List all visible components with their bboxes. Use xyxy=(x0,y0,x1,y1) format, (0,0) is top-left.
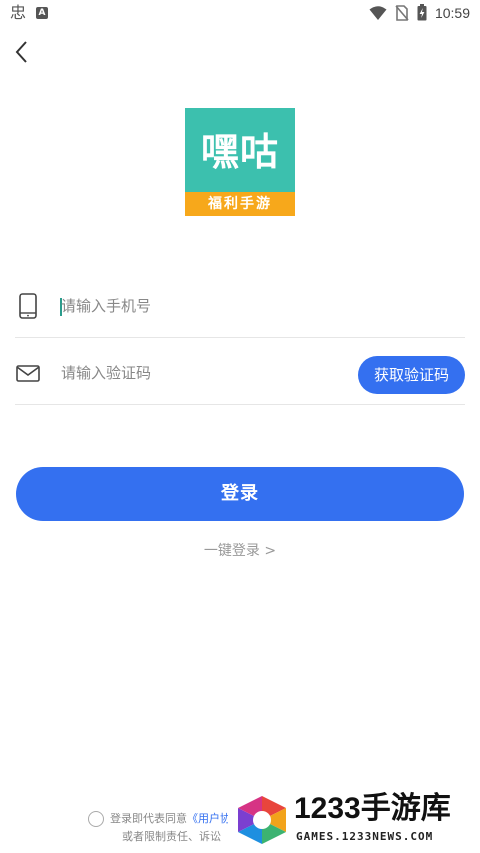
agreement-prefix: 登录即代表同意 xyxy=(110,812,187,825)
watermark-logo-icon xyxy=(238,796,286,844)
watermark-subtitle: GAMES.1233NEWS.COM xyxy=(296,830,434,843)
phone-icon xyxy=(19,293,37,319)
agreement-text: 登录即代表同意《用户协 xyxy=(110,810,231,826)
status-bar-right: 10:59 xyxy=(369,4,470,21)
agreement-text-line2: 或者限制责任、诉讼 xyxy=(122,830,221,843)
one-key-login-link[interactable]: 一键登录 > xyxy=(0,541,480,561)
mail-icon xyxy=(16,365,40,382)
app-logo-subtitle: 福利手游 xyxy=(208,196,272,212)
clock: 10:59 xyxy=(434,4,470,21)
no-sim-icon xyxy=(395,4,409,21)
battery-charging-icon xyxy=(417,4,427,21)
app-notification-icon: 忠 xyxy=(10,3,27,22)
back-button[interactable] xyxy=(10,38,34,66)
site-watermark: 1233手游库 GAMES.1233NEWS.COM xyxy=(228,788,480,853)
phone-input[interactable] xyxy=(61,293,321,319)
font-app-icon: A xyxy=(36,7,49,19)
agreement-checkbox[interactable] xyxy=(88,811,104,827)
wifi-icon xyxy=(369,5,387,20)
user-agreement-link[interactable]: 《用户协 xyxy=(187,812,231,825)
phone-field-row xyxy=(15,272,465,338)
chevron-left-icon xyxy=(15,41,27,63)
verification-code-input[interactable] xyxy=(61,360,321,386)
app-logo: 嘿咕 福利手游 xyxy=(185,108,295,216)
app-logo-title: 嘿咕 xyxy=(200,130,279,174)
get-code-button[interactable]: 获取验证码 xyxy=(358,356,465,394)
status-bar: 忠 A 10:59 xyxy=(0,0,480,28)
code-field-row: 获取验证码 xyxy=(15,339,465,405)
login-button[interactable]: 登录 xyxy=(16,467,464,521)
status-bar-left: 忠 A xyxy=(10,3,49,22)
watermark-title: 1233手游库 xyxy=(294,792,451,825)
